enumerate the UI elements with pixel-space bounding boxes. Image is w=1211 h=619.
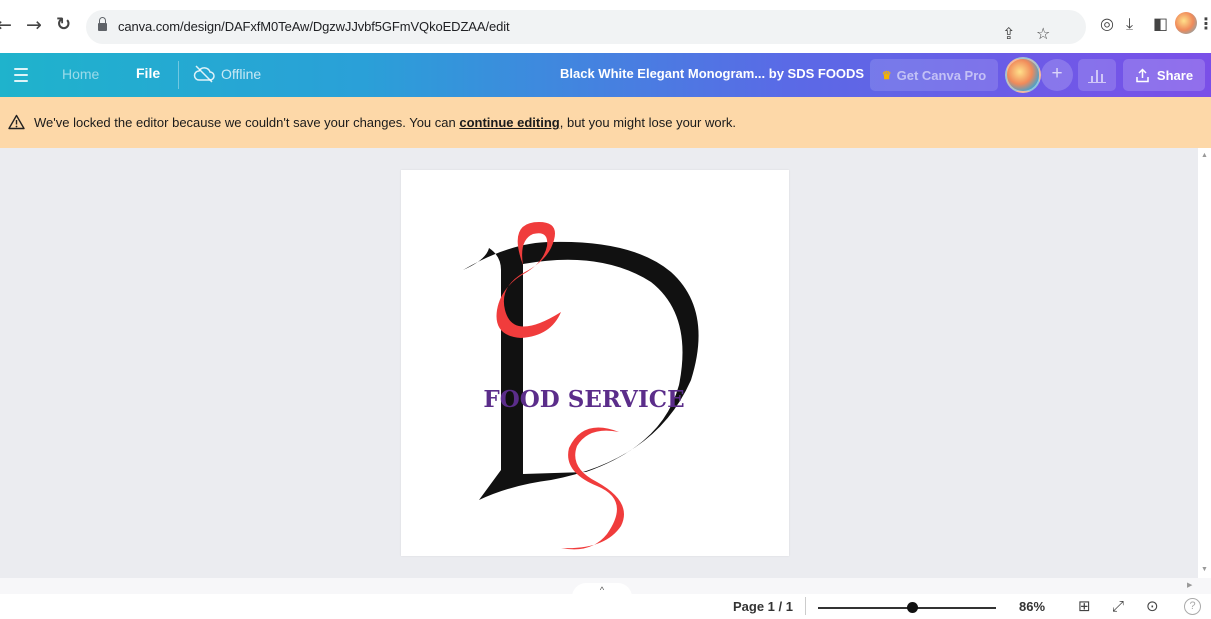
continue-editing-link[interactable]: continue editing	[459, 115, 559, 130]
share-button[interactable]: Share	[1123, 59, 1205, 91]
vertical-scrollbar[interactable]: ▲ ▼	[1198, 148, 1211, 578]
fullscreen-icon[interactable]: ⤢	[1112, 597, 1124, 615]
crown-icon: ♛	[881, 69, 892, 82]
warning-icon	[8, 114, 25, 130]
scroll-up-icon[interactable]: ▲	[1201, 152, 1208, 159]
extension-icon[interactable]: ◎	[1100, 14, 1114, 34]
banner-message: We've locked the editor because we could…	[34, 115, 737, 130]
back-icon[interactable]: ←	[0, 15, 12, 35]
insights-button[interactable]	[1078, 59, 1116, 91]
side-panel-icon[interactable]: ◧	[1153, 14, 1168, 34]
user-avatar[interactable]	[1005, 57, 1041, 93]
share-label: Share	[1156, 67, 1194, 83]
bottom-s-letter	[561, 427, 624, 550]
check-circle-icon[interactable]: ⊙	[1146, 597, 1159, 615]
browser-menu-icon[interactable]: ⋮	[1198, 14, 1211, 34]
page-indicator[interactable]: Page 1 / 1	[733, 599, 793, 614]
pro-label: Get Canva Pro	[896, 67, 987, 83]
design-page[interactable]: FOOD SERVICE	[401, 170, 789, 556]
url-text: canva.com/design/DAFxfM0TeAw/DgzwJJvbf5G…	[118, 19, 510, 34]
zoom-percentage[interactable]: 86%	[1019, 599, 1045, 614]
home-link[interactable]: Home	[62, 66, 99, 82]
sds-monogram-logo: FOOD SERVICE	[463, 222, 699, 550]
upload-icon	[1136, 67, 1149, 82]
add-collaborator-icon[interactable]: +	[1041, 59, 1073, 91]
help-icon[interactable]: ?	[1184, 598, 1201, 615]
food-service-text: FOOD SERVICE	[483, 386, 684, 413]
file-menu[interactable]: File	[136, 65, 160, 81]
forward-icon[interactable]: →	[26, 15, 42, 35]
reload-icon[interactable]: ↻	[56, 15, 71, 35]
grid-view-icon[interactable]: ⊞	[1078, 597, 1091, 615]
header-divider	[178, 61, 179, 89]
profile-avatar[interactable]	[1175, 12, 1197, 34]
locked-editor-banner: We've locked the editor because we could…	[0, 97, 1211, 148]
menu-icon[interactable]	[14, 68, 28, 86]
zoom-slider-handle[interactable]	[906, 602, 918, 613]
get-canva-pro-button[interactable]: ♛ Get Canva Pro	[870, 59, 998, 91]
bookmark-star-icon[interactable]: ☆	[1036, 24, 1050, 44]
lock-icon	[98, 17, 107, 32]
design-title[interactable]: Black White Elegant Monogram... by SDS F…	[560, 66, 864, 81]
editor-header: Home File Offline Black White Elegant Mo…	[0, 53, 1211, 97]
browser-toolbar: ← → ↻ canva.com/design/DAFxfM0TeAw/DgzwJ…	[0, 0, 1211, 53]
scroll-down-icon[interactable]: ▼	[1201, 566, 1208, 573]
offline-status: Offline	[221, 66, 262, 82]
cloud-offline-icon	[193, 65, 215, 83]
letter-d-shape	[463, 241, 699, 500]
share-page-icon[interactable]: ⇪	[1002, 24, 1015, 44]
footer-divider	[805, 597, 806, 615]
editor-footer: Page 1 / 1 86% ⊞ ⤢ ⊙ ?	[0, 594, 1211, 619]
scroll-right-icon[interactable]: ▶	[1187, 581, 1192, 589]
download-icon[interactable]: ⤓	[1126, 14, 1133, 34]
address-bar[interactable]: canva.com/design/DAFxfM0TeAw/DgzwJJvbf5G…	[86, 10, 1086, 44]
